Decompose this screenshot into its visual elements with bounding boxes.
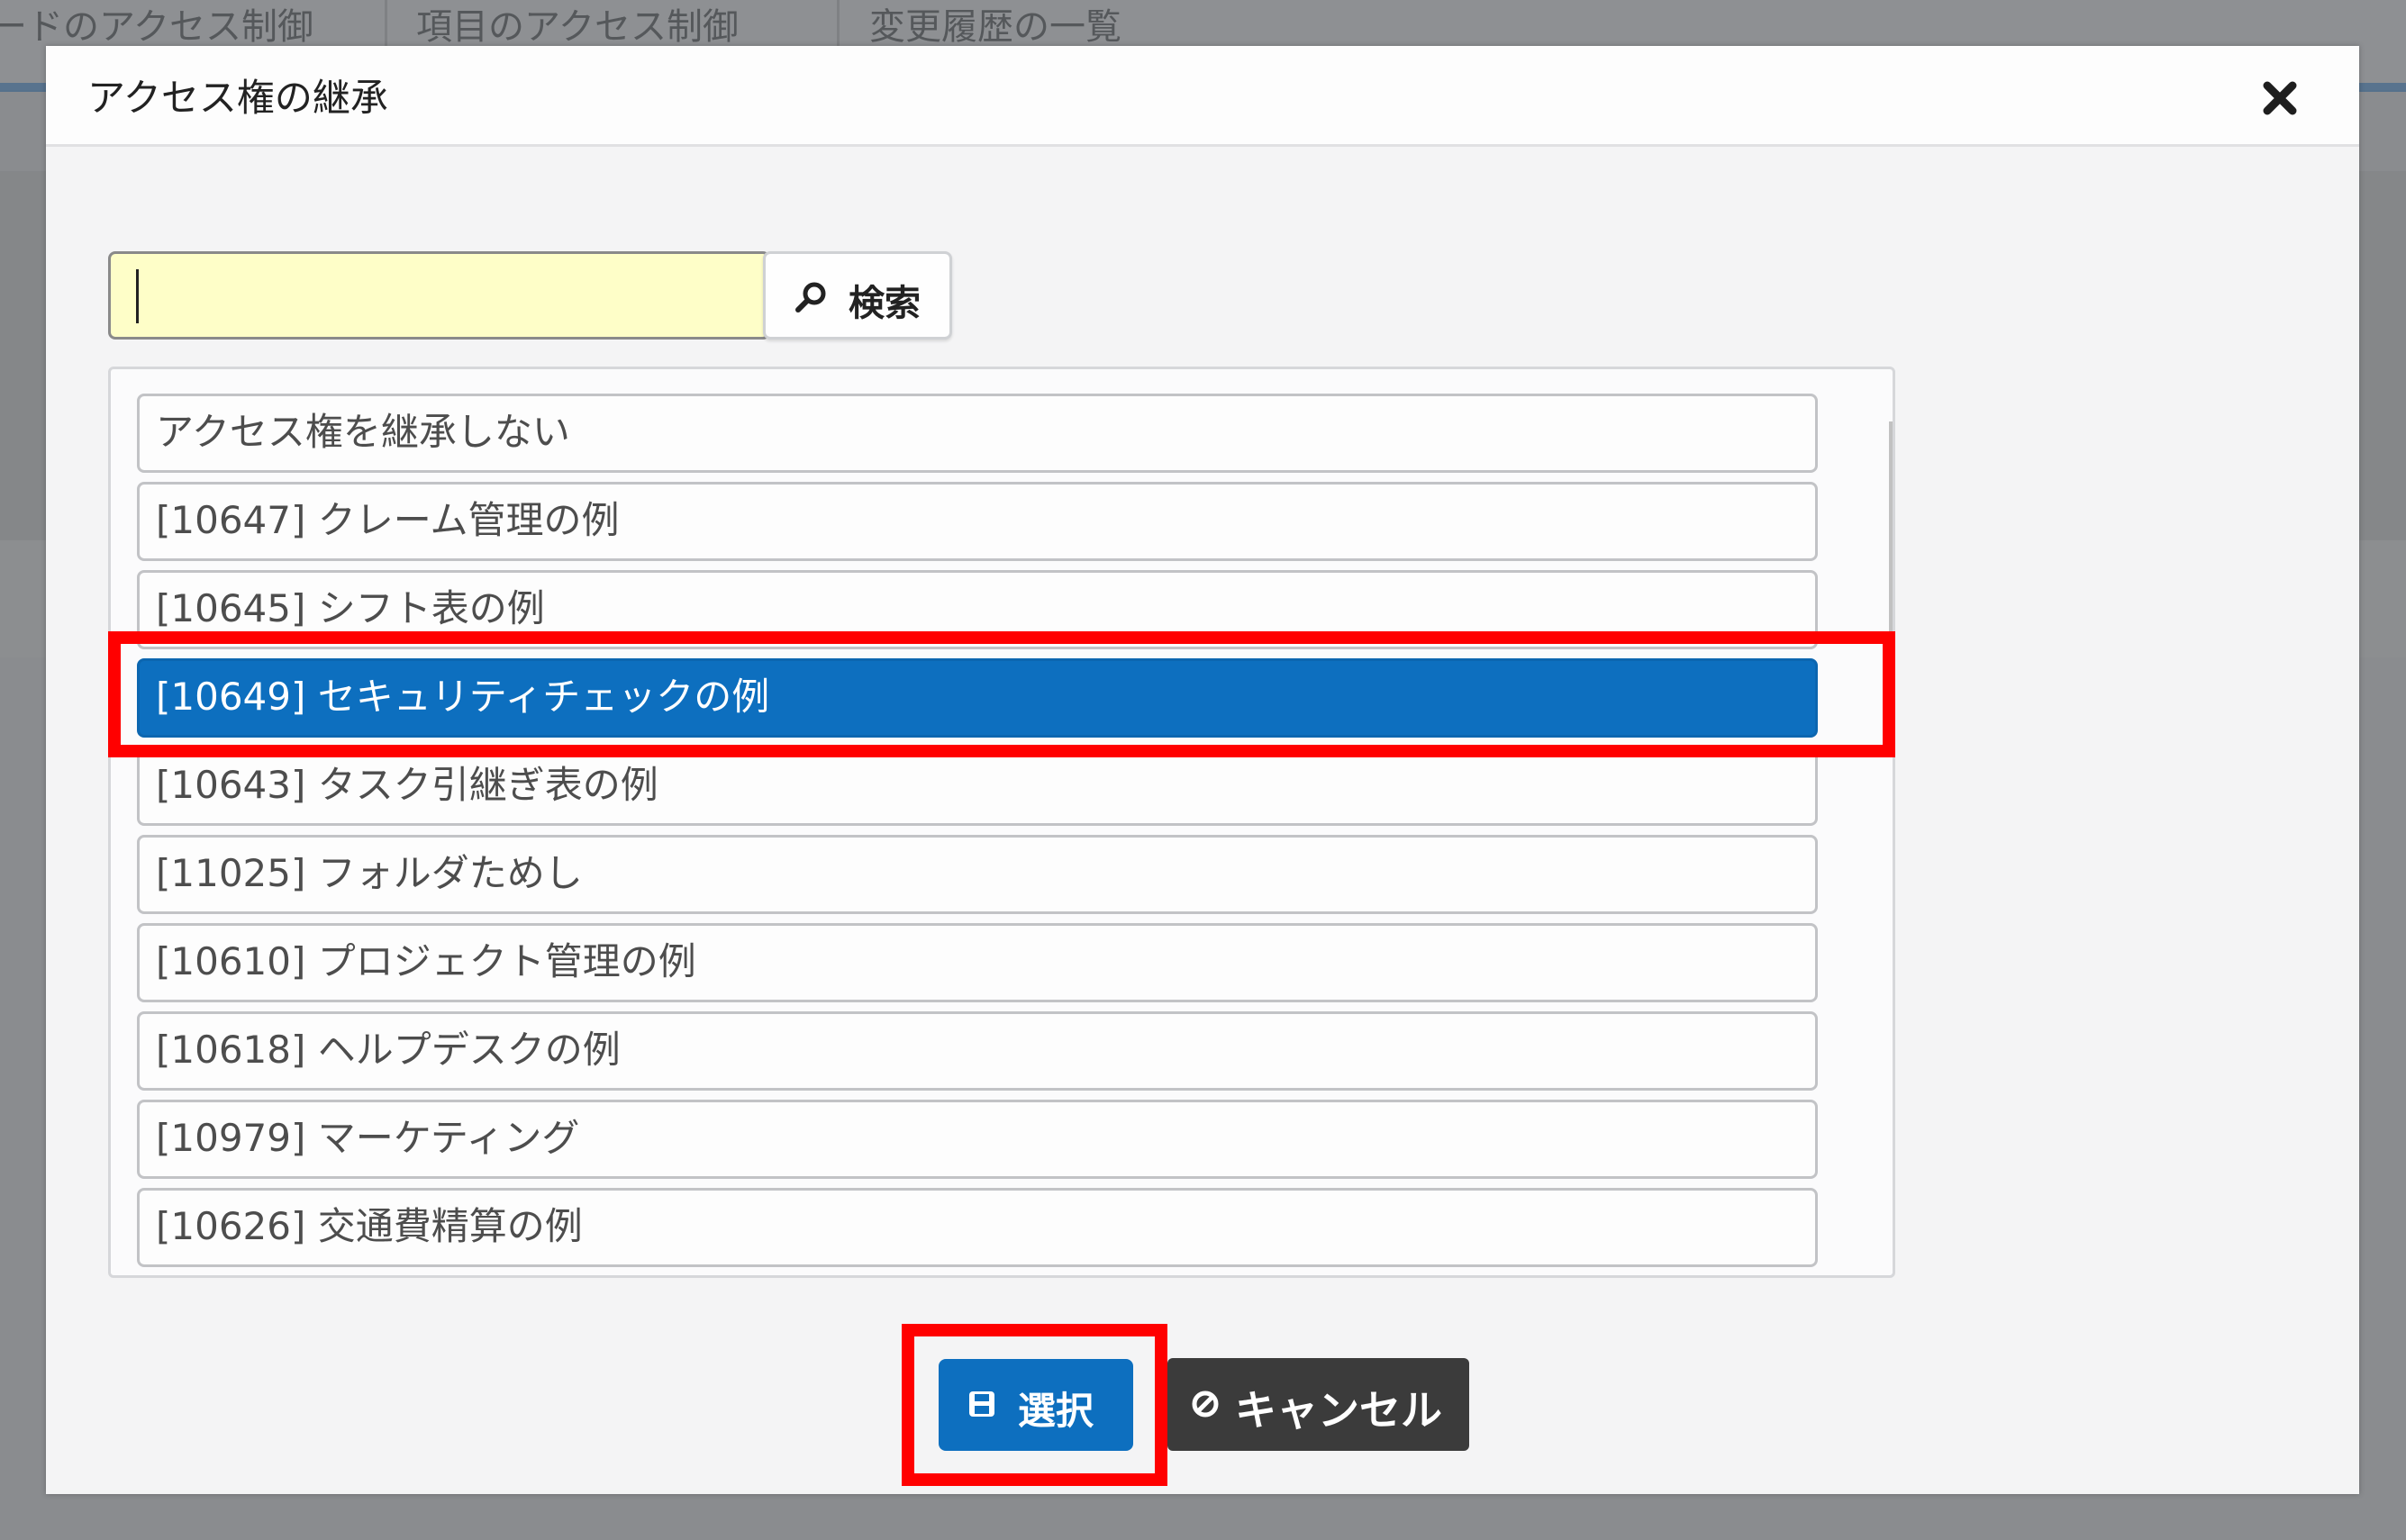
scroll-down-arrow-icon[interactable] [1887,1214,1895,1250]
cancel-button[interactable]: キャンセル [1167,1358,1469,1451]
ban-icon [1192,1391,1219,1418]
select-button[interactable]: 選択 [939,1359,1133,1451]
search-icon [795,282,826,313]
list-item[interactable]: [10645] シフト表の例 [137,570,1818,649]
list-item-selected[interactable]: [10649] セキュリティチェックの例 [137,658,1818,738]
inherit-access-dialog: アクセス権の継承 検索 アクセス権を継承しない [10647] クレーム管理の例… [46,46,2359,1494]
list-item[interactable]: [10979] マーケティング [137,1100,1818,1179]
list-item[interactable]: アクセス権を継承しない [137,394,1818,473]
list-item[interactable]: [10618] ヘルプデスクの例 [137,1011,1818,1091]
close-icon [2263,81,2297,115]
scroll-thumb[interactable] [1889,421,1893,683]
dialog-header: アクセス権の継承 [46,46,2359,147]
list-item[interactable]: [10610] プロジェクト管理の例 [137,923,1818,1002]
text-cursor [136,269,139,323]
close-button[interactable] [2255,73,2305,123]
save-icon [969,1391,994,1417]
list-item[interactable]: [10643] タスク引継ぎ表の例 [137,747,1818,826]
select-button-label: 選択 [1018,1389,1094,1433]
dialog-title: アクセス権の継承 [87,76,388,120]
list-item[interactable]: [11025] フォルダためし [137,835,1818,914]
cancel-button-label: キャンセル [1235,1386,1442,1435]
search-button[interactable]: 検索 [763,251,952,340]
inherit-source-list[interactable]: アクセス権を継承しない [10647] クレーム管理の例 [10645] シフト… [108,367,1895,1278]
search-button-label: 検索 [849,283,921,324]
list-item[interactable]: [10647] クレーム管理の例 [137,482,1818,561]
list-scrollbar[interactable] [1885,369,1895,1275]
scroll-up-arrow-icon[interactable] [1887,378,1895,414]
list-item[interactable]: [10626] 交通費精算の例 [137,1188,1818,1267]
search-input[interactable] [108,251,770,340]
